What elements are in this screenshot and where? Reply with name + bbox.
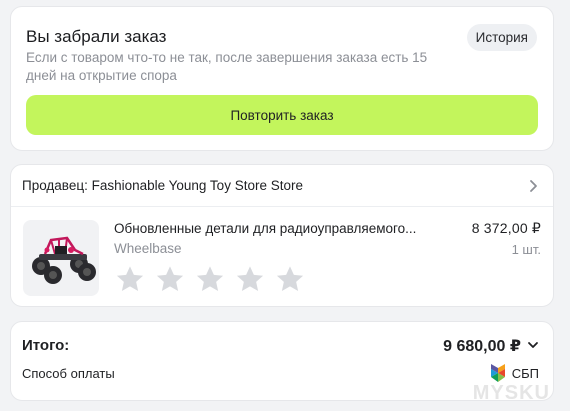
total-label: Итого: <box>22 337 70 354</box>
payment-method-name: СБП <box>511 365 539 381</box>
sbp-logo-icon <box>490 364 505 382</box>
history-button[interactable]: История <box>466 24 537 51</box>
payment-method-label: Способ оплаты <box>22 366 115 381</box>
chevron-right-icon <box>530 180 537 192</box>
product-quantity: 1 шт. <box>511 242 541 257</box>
star-icon[interactable] <box>194 263 226 295</box>
status-title: Вы забрали заказ <box>26 27 167 46</box>
total-value: 9 680,00 ₽ <box>443 338 521 355</box>
watermark-logo: MYSKU <box>472 382 550 404</box>
payment-method: СБП <box>490 364 539 382</box>
product-name[interactable]: Обновленные детали для радиоуправляемого… <box>114 221 434 236</box>
chevron-down-icon[interactable] <box>527 340 539 350</box>
status-description: Если с товаром что-то не так, после заве… <box>26 50 428 83</box>
order-status-card: Вы забрали заказ История Если с товаром … <box>10 6 554 151</box>
star-icon[interactable] <box>274 263 306 295</box>
product-price: 8 372,00 ₽ <box>471 220 541 236</box>
seller-row[interactable]: Продавец: Fashionable Young Toy Store St… <box>11 165 553 207</box>
product-image[interactable] <box>23 220 99 296</box>
rc-car-icon <box>32 236 96 284</box>
star-icon[interactable] <box>234 263 266 295</box>
seller-name: Продавец: Fashionable Young Toy Store St… <box>22 178 303 193</box>
star-icon[interactable] <box>154 263 186 295</box>
rating-stars <box>114 263 306 295</box>
product-variant: Wheelbase <box>114 241 182 256</box>
repeat-order-button[interactable]: Повторить заказ <box>26 95 538 135</box>
star-icon[interactable] <box>114 263 146 295</box>
order-items-card: Продавец: Fashionable Young Toy Store St… <box>10 164 554 307</box>
